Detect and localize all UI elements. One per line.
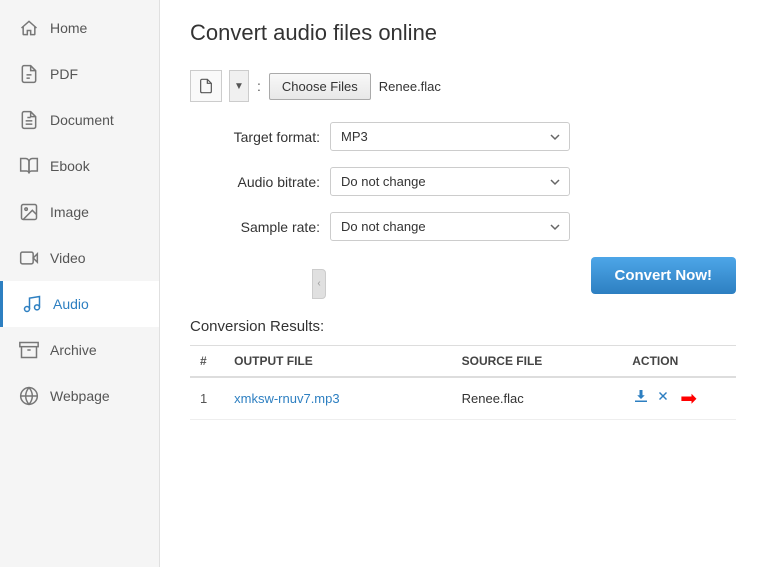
output-file-link[interactable]: xmksw-rnuv7.mp3 <box>234 391 339 406</box>
table-header-row: # OUTPUT FILE SOURCE FILE ACTION <box>190 346 736 378</box>
ebook-icon <box>18 155 40 177</box>
table-row: 1 xmksw-rnuv7.mp3 Renee.flac <box>190 377 736 420</box>
sidebar-item-audio[interactable]: Audio <box>0 281 159 327</box>
sidebar-item-webpage[interactable]: Webpage <box>0 373 159 419</box>
convert-button-row: Convert Now! <box>190 257 736 294</box>
download-icon[interactable] <box>632 387 650 410</box>
sidebar-item-video[interactable]: Video <box>0 235 159 281</box>
file-icon-button[interactable] <box>190 70 222 102</box>
webpage-icon <box>18 385 40 407</box>
file-type-dropdown[interactable]: ▼ <box>229 70 249 102</box>
document-icon <box>18 109 40 131</box>
sample-rate-label: Sample rate: <box>190 219 320 235</box>
results-table: # OUTPUT FILE SOURCE FILE ACTION 1 xmksw… <box>190 345 736 420</box>
audio-bitrate-row: Audio bitrate: Do not change <box>190 167 736 196</box>
sidebar-label-home: Home <box>50 20 87 36</box>
audio-bitrate-label: Audio bitrate: <box>190 174 320 190</box>
archive-icon <box>18 339 40 361</box>
sidebar: Home PDF Document <box>0 0 160 567</box>
results-section: Conversion Results: # OUTPUT FILE SOURCE… <box>190 318 736 420</box>
colon-separator: : <box>257 78 261 94</box>
sidebar-label-pdf: PDF <box>50 66 78 82</box>
convert-now-button[interactable]: Convert Now! <box>591 257 737 294</box>
sidebar-collapse-btn[interactable]: ‹ <box>312 269 326 299</box>
page-title: Convert audio files online <box>190 20 736 46</box>
col-header-action: ACTION <box>622 346 736 378</box>
row-source-file: Renee.flac <box>452 377 623 420</box>
choose-files-button[interactable]: Choose Files <box>269 73 371 100</box>
sidebar-label-video: Video <box>50 250 86 266</box>
sidebar-item-pdf[interactable]: PDF <box>0 51 159 97</box>
home-icon <box>18 17 40 39</box>
target-format-label: Target format: <box>190 129 320 145</box>
audio-bitrate-select[interactable]: Do not change <box>330 167 570 196</box>
results-title: Conversion Results: <box>190 318 736 335</box>
target-format-row: Target format: MP3 <box>190 122 736 151</box>
sidebar-label-image: Image <box>50 204 89 220</box>
sidebar-label-archive: Archive <box>50 342 97 358</box>
sidebar-label-audio: Audio <box>53 296 89 312</box>
row-output-file: xmksw-rnuv7.mp3 <box>224 377 452 420</box>
sidebar-item-image[interactable]: Image <box>0 189 159 235</box>
col-header-output: OUTPUT FILE <box>224 346 452 378</box>
col-header-source: SOURCE FILE <box>452 346 623 378</box>
row-num: 1 <box>190 377 224 420</box>
target-format-select[interactable]: MP3 <box>330 122 570 151</box>
arrow-indicator: ➡ <box>680 386 697 411</box>
pdf-icon <box>18 63 40 85</box>
file-name-display: Renee.flac <box>379 79 441 94</box>
main-content: Convert audio files online ▼ : Choose Fi… <box>160 0 766 567</box>
col-header-num: # <box>190 346 224 378</box>
image-icon <box>18 201 40 223</box>
video-icon <box>18 247 40 269</box>
sidebar-label-document: Document <box>50 112 114 128</box>
action-icons: ➡ <box>632 386 726 411</box>
sample-rate-row: Sample rate: Do not change <box>190 212 736 241</box>
sample-rate-select[interactable]: Do not change <box>330 212 570 241</box>
sidebar-label-webpage: Webpage <box>50 388 110 404</box>
sidebar-label-ebook: Ebook <box>50 158 90 174</box>
sidebar-item-ebook[interactable]: Ebook <box>0 143 159 189</box>
sidebar-item-archive[interactable]: Archive <box>0 327 159 373</box>
row-action: ➡ <box>622 377 736 420</box>
file-upload-row: ▼ : Choose Files Renee.flac <box>190 70 736 102</box>
sidebar-item-home[interactable]: Home <box>0 5 159 51</box>
sidebar-item-document[interactable]: Document <box>0 97 159 143</box>
delete-icon[interactable] <box>656 389 670 408</box>
audio-icon <box>21 293 43 315</box>
